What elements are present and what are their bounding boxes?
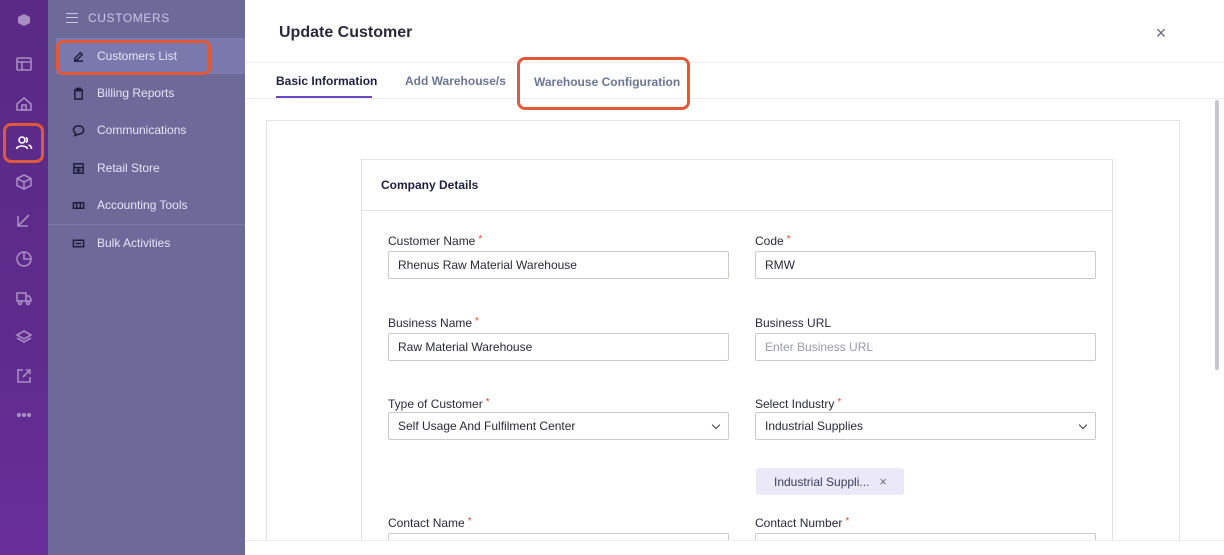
sidebar-item-label: Billing Reports <box>97 86 175 100</box>
card-divider <box>362 210 1112 211</box>
logo-icon[interactable] <box>12 8 36 32</box>
customer-type-label: Type of Customer * <box>388 397 490 411</box>
external-link-icon[interactable] <box>12 364 36 388</box>
customers-list-highlight <box>56 40 211 75</box>
code-label: Code * <box>755 234 791 248</box>
customer-type-select[interactable]: Self Usage And Fulfilment Center <box>388 412 729 440</box>
code-input[interactable] <box>755 251 1096 279</box>
hamburger-icon[interactable] <box>66 13 78 23</box>
users-icon-highlight <box>3 123 44 163</box>
layers-icon[interactable] <box>12 325 36 349</box>
close-icon[interactable]: × <box>1150 22 1172 44</box>
accounting-icon <box>72 201 85 209</box>
label-text: Business Name <box>388 316 473 330</box>
header-divider <box>245 62 1224 63</box>
sidebar-item-accounting-tools[interactable]: Accounting Tools <box>56 187 245 223</box>
remove-chip-icon[interactable]: × <box>879 474 887 489</box>
business-url-input[interactable] <box>755 333 1096 361</box>
required-marker: * <box>478 234 483 245</box>
icon-rail <box>0 0 48 555</box>
more-icon[interactable] <box>12 403 36 427</box>
sidebar-header: CUSTOMERS <box>66 11 170 25</box>
home-icon[interactable] <box>12 92 36 116</box>
tab-add-warehouses[interactable]: Add Warehouse/s <box>405 74 506 88</box>
tab-basic-information[interactable]: Basic Information <box>276 74 377 88</box>
sidebar-item-label: Accounting Tools <box>97 198 188 212</box>
customer-name-input[interactable] <box>388 251 729 279</box>
sidebar-item-label: Communications <box>97 123 187 137</box>
select-value: Industrial Supplies <box>765 419 864 433</box>
warehouse-configuration-highlight <box>517 57 690 110</box>
label-text: Contact Name <box>388 516 465 530</box>
required-marker: * <box>475 316 479 327</box>
required-marker: * <box>485 397 490 408</box>
business-name-label: Business Name * <box>388 316 479 330</box>
cube-icon[interactable] <box>12 170 36 194</box>
import-icon[interactable] <box>12 208 36 232</box>
store-icon <box>73 162 84 174</box>
bulk-icon <box>72 239 85 247</box>
sidebar-item-billing-reports[interactable]: Billing Reports <box>56 75 245 111</box>
contact-name-label: Contact Name * <box>388 516 472 530</box>
dashboard-icon[interactable] <box>12 52 36 76</box>
modal-footer-edge <box>245 540 1224 555</box>
required-marker: * <box>845 516 850 527</box>
update-customer-modal: Update Customer × Basic Information Add … <box>245 0 1224 555</box>
clipboard-icon <box>74 87 83 100</box>
industry-label: Select Industry * <box>755 397 841 411</box>
sidebar-item-bulk-activities[interactable]: Bulk Activities <box>56 225 245 261</box>
industry-select[interactable]: Industrial Supplies <box>755 412 1096 440</box>
contact-number-label: Contact Number * <box>755 516 849 530</box>
select-value: Self Usage And Fulfilment Center <box>398 419 576 433</box>
company-details-card: Company Details Customer Name* Code* Bus… <box>361 159 1113 555</box>
tabs-divider <box>245 98 1224 99</box>
chip-label: Industrial Suppli... <box>774 474 870 489</box>
business-url-label: Business URL <box>755 316 832 330</box>
required-marker: * <box>467 516 472 527</box>
sidebar-item-retail-store[interactable]: Retail Store <box>56 150 245 186</box>
chevron-down-icon <box>711 420 721 429</box>
required-marker: * <box>837 397 842 408</box>
label-text: Code <box>755 234 784 248</box>
label-text: Contact Number <box>755 516 843 530</box>
scrollbar[interactable] <box>1215 100 1219 370</box>
chat-icon <box>72 124 85 137</box>
label-text: Customer Name <box>388 234 476 248</box>
chevron-down-icon <box>1078 420 1088 429</box>
industry-chip: Industrial Suppli... × <box>756 468 904 495</box>
sidebar-section-title: CUSTOMERS <box>88 11 170 25</box>
label-text: Select Industry <box>755 397 835 411</box>
pie-chart-icon[interactable] <box>12 247 36 271</box>
required-marker: * <box>786 234 791 245</box>
sidebar-item-communications[interactable]: Communications <box>56 112 245 148</box>
sidebar-item-label: Retail Store <box>97 161 160 175</box>
truck-icon[interactable] <box>12 286 36 310</box>
modal-title: Update Customer <box>279 24 413 41</box>
sidebar-item-label: Bulk Activities <box>97 236 171 250</box>
customer-name-label: Customer Name * <box>388 234 482 248</box>
business-name-input[interactable] <box>388 333 729 361</box>
card-title: Company Details <box>381 178 479 192</box>
label-text: Type of Customer <box>388 397 483 411</box>
